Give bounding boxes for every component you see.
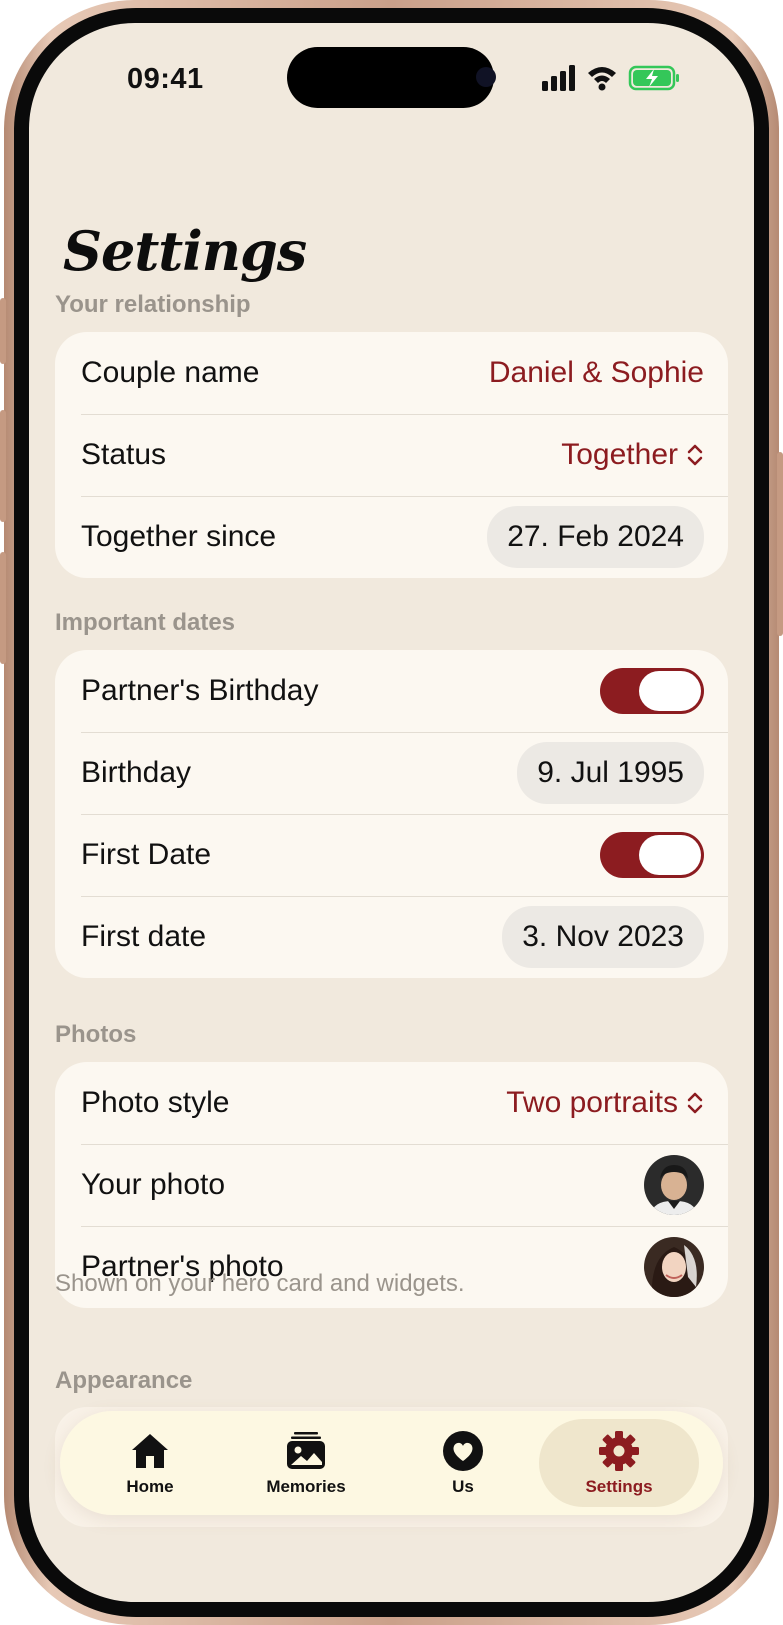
card-important-dates: Partner's Birthday Birthday 9. Jul 1995 … [55, 650, 728, 978]
together-since-date-picker[interactable]: 27. Feb 2024 [487, 506, 704, 568]
row-first-date[interactable]: First date 3. Nov 2023 [55, 896, 728, 978]
card-relationship: Couple name Daniel & Sophie Status Toget… [55, 332, 728, 578]
tab-label: Settings [585, 1477, 653, 1496]
photo-style-value: Two portraits [506, 1086, 678, 1119]
row-birthday[interactable]: Birthday 9. Jul 1995 [55, 732, 728, 814]
row-together-since[interactable]: Together since 27. Feb 2024 [55, 496, 728, 578]
row-label: Birthday [81, 756, 192, 789]
photo-style-picker[interactable]: Two portraits [506, 1086, 704, 1120]
row-label: Status [81, 438, 167, 471]
photos-note: Shown on your hero card and widgets. [55, 1270, 465, 1297]
row-your-photo[interactable]: Your photo [55, 1144, 728, 1226]
side-button-action [0, 298, 6, 364]
photo-stack-icon [287, 1432, 325, 1469]
partner-photo-avatar[interactable] [644, 1237, 704, 1297]
row-couple-name[interactable]: Couple name Daniel & Sophie [55, 332, 728, 414]
row-status[interactable]: Status Together [55, 414, 728, 496]
couple-name-value[interactable]: Daniel & Sophie [489, 356, 704, 390]
wifi-icon [588, 67, 616, 91]
tab-memories[interactable]: Memories [226, 1419, 386, 1507]
toggle-knob [639, 835, 701, 875]
row-label: First Date [81, 838, 212, 871]
birthday-date-picker[interactable]: 9. Jul 1995 [517, 742, 704, 804]
side-button-volume-down [0, 552, 6, 664]
chevron-up-down-icon [687, 1092, 703, 1114]
tab-home[interactable]: Home [70, 1419, 230, 1507]
first-date-date-picker[interactable]: 3. Nov 2023 [502, 906, 704, 968]
section-header-photos: Photos [55, 1021, 137, 1048]
partner-birthday-toggle[interactable] [600, 668, 704, 714]
status-icons [542, 65, 679, 91]
row-label: First date [81, 920, 207, 953]
camera-icon [476, 67, 496, 87]
row-label: Together since [81, 520, 277, 553]
section-header-appearance: Appearance [55, 1367, 193, 1394]
status-time: 09:41 [127, 63, 204, 95]
page-title: Settings [63, 219, 307, 283]
section-header-important-dates: Important dates [55, 609, 236, 636]
tab-settings[interactable]: Settings [539, 1419, 699, 1507]
section-header-relationship: Your relationship [55, 291, 251, 318]
row-partner-birthday: Partner's Birthday [55, 650, 728, 732]
row-label: Partner's Birthday [81, 674, 319, 707]
screen: 09:41 Settings Your relationship Couple … [29, 23, 754, 1602]
chevron-up-down-icon [687, 444, 703, 466]
tab-us[interactable]: Us [383, 1419, 543, 1507]
dynamic-island [287, 47, 494, 108]
row-first-date-toggle: First Date [55, 814, 728, 896]
tab-label: Memories [266, 1477, 346, 1496]
side-button-power [777, 452, 783, 636]
row-label: Your photo [81, 1168, 226, 1201]
row-label: Couple name [81, 356, 260, 389]
toggle-knob [639, 671, 701, 711]
heart-circle-icon [443, 1431, 483, 1471]
your-photo-avatar[interactable] [644, 1155, 704, 1215]
first-date-toggle[interactable] [600, 832, 704, 878]
cellular-signal-icon [542, 65, 575, 91]
row-label: Photo style [81, 1086, 230, 1119]
tab-label: Us [452, 1477, 474, 1496]
battery-icon [628, 65, 679, 91]
gear-icon [599, 1431, 639, 1471]
tab-bar: Home Memories Us Settings [60, 1411, 723, 1515]
house-icon [132, 1434, 168, 1468]
row-photo-style[interactable]: Photo style Two portraits [55, 1062, 728, 1144]
status-picker[interactable]: Together [561, 438, 704, 472]
status-value: Together [561, 438, 678, 471]
tab-label: Home [126, 1477, 174, 1496]
side-button-volume-up [0, 410, 6, 522]
